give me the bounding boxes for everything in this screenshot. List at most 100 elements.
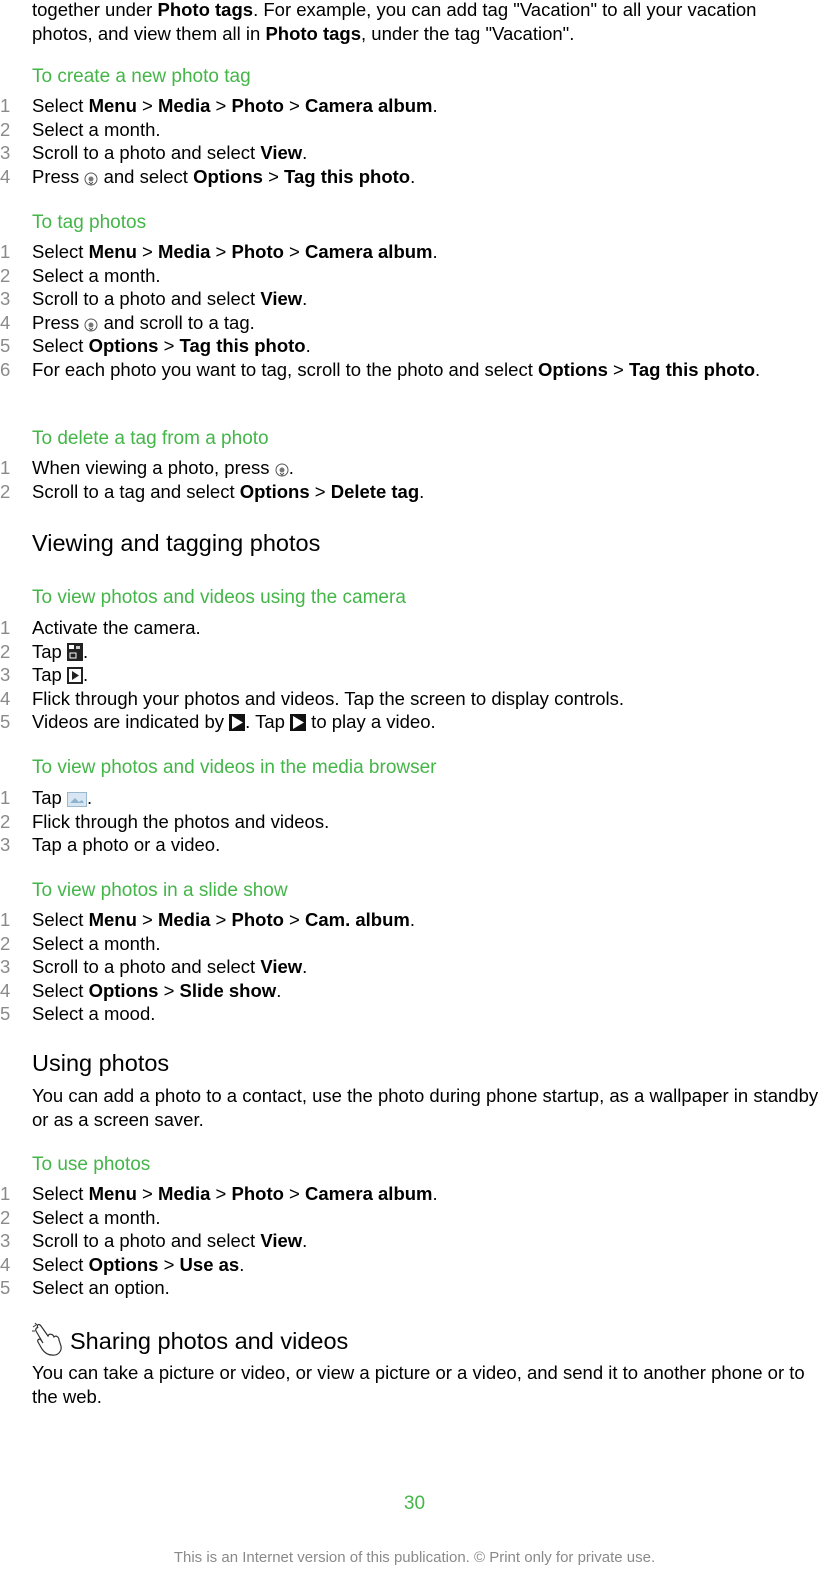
step-text: Select a mood.	[32, 1003, 156, 1024]
step-number: 4	[0, 311, 11, 333]
step-text: Flick through your photos and videos. Ta…	[32, 687, 624, 709]
touch-hand-icon	[30, 1322, 66, 1358]
step-number: 3	[0, 956, 11, 977]
step-number: 5	[0, 1003, 11, 1024]
using-photos-paragraph: You can add a photo to a contact, use th…	[32, 1085, 819, 1130]
step-text: Select a month.	[32, 118, 161, 140]
intro-text: . For example, you can add tag "Vacation…	[253, 0, 757, 20]
step-text: Select Menu > Media > Photo > Cam. album…	[32, 909, 415, 930]
ui-term: Tag this photo	[284, 165, 411, 187]
ui-term: Slide show	[179, 979, 277, 1001]
subheading-slide-show: To view photos in a slide show	[32, 880, 288, 901]
step-text: Select Options > Use as.	[32, 1253, 245, 1275]
step-text: Select Menu > Media > Photo > Camera alb…	[32, 95, 438, 116]
intro-text: , under the tag "Vacation".	[361, 22, 575, 44]
ui-term: Options	[88, 1253, 159, 1275]
intro-text: photos, and view them all in	[32, 22, 266, 44]
heading-using-photos: Using photos	[32, 1050, 170, 1076]
ui-term: Options	[88, 979, 159, 1001]
step-text: Scroll to a tag and select Options > Del…	[32, 480, 425, 502]
step-number: 3	[0, 142, 11, 163]
ui-term: Delete tag	[330, 480, 420, 502]
ui-term: Use as	[179, 1253, 240, 1275]
ui-term: View	[260, 288, 303, 309]
step-text: Scroll to a photo and select View.	[32, 956, 308, 977]
subheading-tag-photos: To tag photos	[32, 212, 147, 233]
step-text: Activate the camera.	[32, 617, 201, 638]
ui-term: View	[260, 956, 303, 977]
ui-term: Tag this photo	[179, 335, 306, 356]
intro-paragraph: together under Photo tags. For example, …	[32, 0, 827, 45]
page-number: 30	[403, 1493, 426, 1514]
step-text: Videos are indicated by . Tap to play a …	[32, 710, 822, 737]
ui-term: Photo	[231, 241, 284, 262]
step-text: Select Options > Slide show.	[32, 979, 282, 1001]
step-number: 3	[0, 664, 11, 685]
step-text: For each photo you want to tag, scroll t…	[32, 358, 761, 380]
subheading-use-photos: To use photos	[32, 1154, 151, 1175]
step-text: Select Options > Tag this photo.	[32, 335, 311, 356]
step-text: Select a month.	[32, 264, 161, 286]
step-number: 5	[0, 1277, 11, 1298]
subheading-create-tag: To create a new photo tag	[32, 66, 251, 87]
step-number: 1	[0, 95, 11, 116]
step-number: 3	[0, 834, 11, 855]
step-number: 3	[0, 1230, 11, 1251]
intro-text: together under	[32, 0, 158, 20]
step-number: 4	[0, 687, 11, 709]
ui-term: Photo	[231, 1183, 284, 1204]
step-text: Select Menu > Media > Photo > Camera alb…	[32, 241, 438, 262]
step-text: Flick through the photos and videos.	[32, 810, 330, 832]
ui-term: Media	[157, 241, 211, 262]
step-number: 5	[0, 711, 11, 732]
step-text: Select a month.	[32, 1206, 161, 1228]
heading-sharing: Sharing photos and videos	[70, 1328, 349, 1354]
step-number: 2	[0, 640, 11, 662]
play-icon	[290, 713, 307, 737]
step-text: Select a month.	[32, 932, 161, 954]
step-text: Press and select Options > Tag this phot…	[32, 165, 822, 192]
step-number: 4	[0, 165, 11, 187]
play-icon	[229, 713, 246, 737]
step-number: 2	[0, 1206, 11, 1228]
ui-term: Options	[193, 165, 263, 187]
step-number: 6	[0, 358, 11, 380]
step-text: Scroll to a photo and select View.	[32, 142, 308, 163]
ui-term: Camera album	[305, 241, 433, 262]
intro-bold: Photo tags	[265, 22, 362, 44]
ui-term: Cam. album	[305, 909, 410, 930]
ui-term: Options	[88, 335, 159, 356]
step-text: Tap a photo or a video.	[32, 834, 221, 855]
ui-term: Photo	[231, 95, 284, 116]
subheading-view-camera: To view photos and videos using the came…	[32, 587, 406, 608]
step-number: 1	[0, 909, 11, 930]
step-number: 2	[0, 810, 11, 832]
nav-key-icon	[84, 168, 98, 192]
ui-term: Media	[157, 95, 211, 116]
heading-viewing-tagging: Viewing and tagging photos	[32, 530, 321, 556]
ui-term: Camera album	[305, 95, 433, 116]
step-text: Scroll to a photo and select View.	[32, 1230, 308, 1251]
ui-term: Tag this photo	[628, 358, 756, 380]
ui-term: Menu	[88, 1183, 137, 1204]
step-number: 2	[0, 264, 11, 286]
ui-term: View	[260, 1230, 303, 1251]
ui-term: Menu	[88, 241, 137, 262]
ui-term: Options	[239, 480, 310, 502]
step-number: 5	[0, 335, 11, 356]
ui-term: View	[260, 142, 303, 163]
ui-term: Media	[157, 1183, 211, 1204]
ui-term: Camera album	[305, 1183, 433, 1204]
step-number: 2	[0, 932, 11, 954]
step-number: 4	[0, 979, 11, 1001]
ui-term: Menu	[88, 909, 137, 930]
step-number: 2	[0, 118, 11, 140]
subheading-view-browser: To view photos and videos in the media b…	[32, 757, 437, 778]
ui-term: Photo	[231, 909, 284, 930]
sharing-paragraph: You can take a picture or video, or view…	[32, 1362, 805, 1407]
footer-notice: This is an Internet version of this publ…	[173, 1549, 656, 1566]
step-text: Select Menu > Media > Photo > Camera alb…	[32, 1183, 438, 1204]
intro-bold: Photo tags	[157, 0, 254, 20]
step-number: 1	[0, 1183, 11, 1204]
ui-term: Options	[537, 358, 608, 380]
